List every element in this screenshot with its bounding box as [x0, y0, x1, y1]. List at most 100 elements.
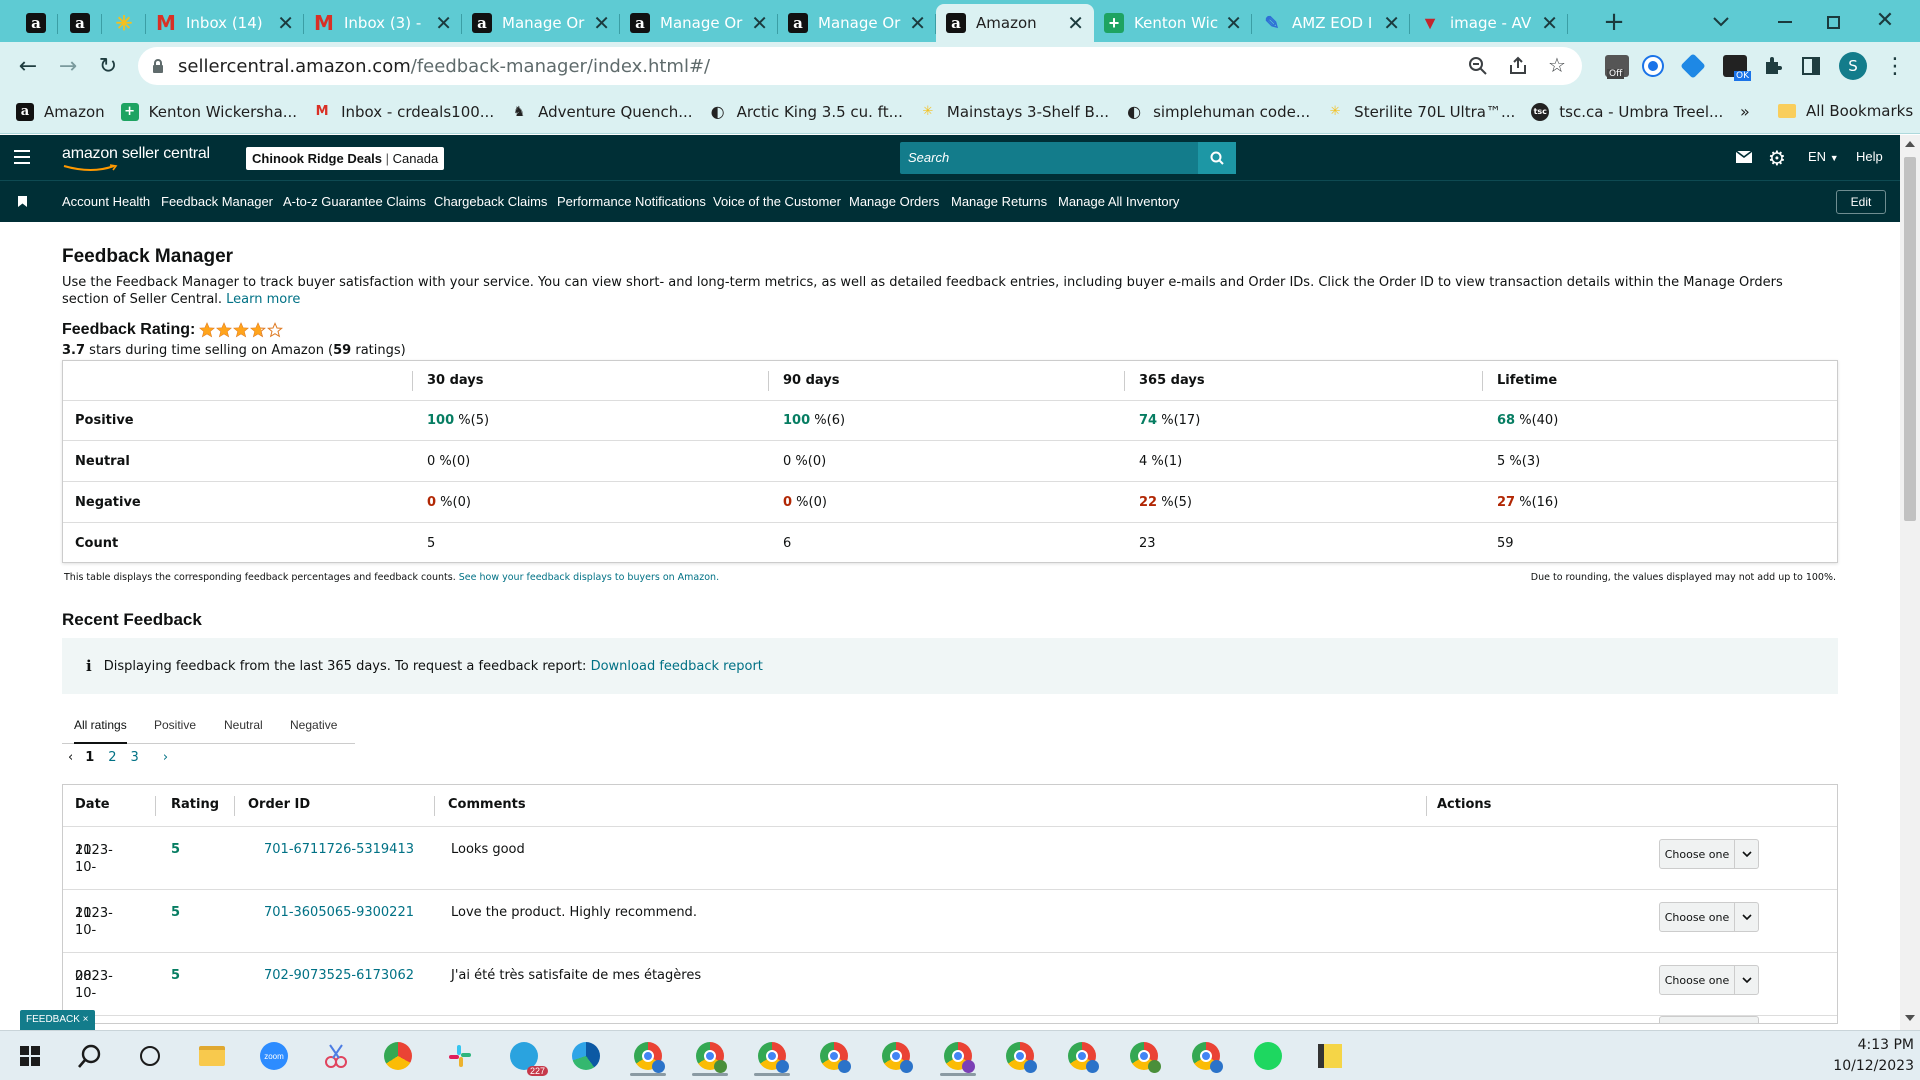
close-tab-icon[interactable]: ✕ [751, 11, 768, 35]
chrome-window-3-icon[interactable] [686, 1036, 734, 1076]
bookmark-item[interactable]: M Inbox - crdeals100... [313, 103, 494, 121]
search-box[interactable]: Search [900, 142, 1236, 174]
zoom-app-icon[interactable]: zoom [250, 1036, 298, 1076]
browser-tab-3[interactable]: M Inbox (14) ✕ [146, 4, 304, 42]
profile-avatar[interactable]: S [1838, 51, 1868, 81]
browser-tab-0[interactable]: a [14, 4, 58, 42]
filter-tab-neutral[interactable]: Neutral [224, 708, 263, 742]
nav-link-manage-all-inventory[interactable]: Manage All Inventory [1058, 181, 1179, 223]
browser-tab-6[interactable]: a Manage Or ✕ [620, 4, 778, 42]
slack-icon[interactable] [436, 1036, 484, 1076]
prev-page-icon[interactable]: ‹ [68, 750, 73, 765]
order-id-link[interactable]: 701-6711726-5319413 [264, 842, 414, 857]
browser-tab-7[interactable]: a Manage Or ✕ [778, 4, 936, 42]
nav-link-feedback-manager[interactable]: Feedback Manager [161, 181, 273, 223]
kebab-menu-icon[interactable]: ⋮ [1880, 51, 1910, 81]
order-id-link[interactable]: 701-3605065-9300221 [264, 905, 414, 920]
chrome-window-6-icon[interactable] [872, 1036, 920, 1076]
extensions-puzzle-icon[interactable] [1758, 51, 1788, 81]
feedback-badge[interactable]: FEEDBACK × [20, 1010, 95, 1030]
nav-link-manage-orders[interactable]: Manage Orders [849, 181, 939, 223]
nav-link-manage-returns[interactable]: Manage Returns [951, 181, 1047, 223]
close-tab-icon[interactable]: ✕ [435, 11, 452, 35]
store-switcher[interactable]: Chinook Ridge Deals | Canada [246, 147, 445, 170]
browser-tab-5[interactable]: a Manage Or ✕ [462, 4, 620, 42]
restore-window-icon[interactable] [1818, 8, 1848, 36]
taskbar-clock[interactable]: 4:13 PM 10/12/2023 [1826, 1035, 1914, 1077]
browser-tab-11[interactable]: ▼ image - AV ✕ [1410, 4, 1568, 42]
close-tab-icon[interactable]: ✕ [1383, 11, 1400, 35]
page-number[interactable]: 1 [85, 750, 94, 765]
extension-puzzle-blue-icon[interactable] [1638, 51, 1668, 81]
browser-tab-1[interactable]: a [58, 4, 102, 42]
reload-icon[interactable]: ↻ [88, 46, 128, 86]
windows-start-icon[interactable] [6, 1036, 54, 1076]
help-link[interactable]: Help [1856, 149, 1883, 164]
next-page-icon[interactable]: › [163, 750, 168, 765]
browser-tab-4[interactable]: M Inbox (3) - ✕ [304, 4, 462, 42]
close-tab-icon[interactable]: ✕ [909, 11, 926, 35]
chrome-window-10-icon[interactable] [1120, 1036, 1168, 1076]
edit-nav-button[interactable]: Edit [1836, 190, 1886, 214]
seller-central-logo[interactable]: amazon seller central [62, 145, 210, 171]
actions-dropdown[interactable]: Choose one [1659, 902, 1759, 932]
page-number[interactable]: 3 [131, 750, 139, 765]
actions-dropdown[interactable]: Choose one [1659, 965, 1759, 995]
mail-icon[interactable] [1736, 151, 1752, 163]
chrome-window-9-icon[interactable] [1058, 1036, 1106, 1076]
bookmark-item[interactable]: a Amazon [16, 102, 105, 121]
filter-tab-all-ratings[interactable]: All ratings [74, 708, 127, 744]
close-tab-icon[interactable]: ✕ [593, 11, 610, 35]
taskbar-search-icon[interactable] [66, 1036, 114, 1076]
search-input[interactable]: Search [908, 150, 949, 165]
scroll-thumb[interactable] [1904, 157, 1916, 521]
extension-tag-icon[interactable] [1678, 51, 1708, 81]
chrome-window-2-icon[interactable] [624, 1036, 672, 1076]
bookmarks-overflow-icon[interactable]: » [1740, 102, 1750, 121]
close-tab-icon[interactable]: ✕ [1067, 11, 1084, 35]
nav-link-voice-of-the-customer[interactable]: Voice of the Customer [713, 181, 841, 223]
extension-off-icon[interactable]: Off [1602, 51, 1632, 81]
download-report-link[interactable]: Download feedback report [591, 659, 763, 674]
browser-tab-2[interactable]: ✳ [102, 4, 146, 42]
scroll-down-icon[interactable] [1905, 1015, 1915, 1021]
close-tab-icon[interactable]: ✕ [1225, 11, 1242, 35]
search-icon[interactable] [1198, 142, 1236, 174]
bookmark-item[interactable]: ✳ Sterilite 70L Ultra™... [1326, 103, 1516, 121]
side-panel-icon[interactable] [1796, 51, 1826, 81]
tab-search-icon[interactable] [1706, 8, 1736, 36]
browser-tab-8[interactable]: a Amazon ✕ [936, 4, 1094, 42]
close-tab-icon[interactable]: ✕ [277, 11, 294, 35]
hamburger-menu-icon[interactable] [14, 150, 30, 164]
snipping-tool-icon[interactable] [312, 1036, 360, 1076]
actions-dropdown-partial[interactable] [1659, 1016, 1759, 1023]
nav-link-chargeback-claims[interactable]: Chargeback Claims [434, 181, 547, 223]
chrome-window-5-icon[interactable] [810, 1036, 858, 1076]
spotify-icon[interactable] [1244, 1036, 1292, 1076]
chrome-profile-1-icon[interactable] [374, 1036, 422, 1076]
actions-dropdown[interactable]: Choose one [1659, 839, 1759, 869]
chrome-window-4-icon[interactable] [748, 1036, 796, 1076]
extension-ok-icon[interactable]: OK [1720, 51, 1751, 81]
close-window-icon[interactable]: ✕ [1870, 6, 1900, 36]
lock-icon[interactable] [152, 58, 164, 74]
all-bookmarks-button[interactable]: All Bookmarks [1778, 102, 1913, 120]
page-number[interactable]: 2 [108, 750, 116, 765]
bookmark-item[interactable]: ♞ Adventure Quench... [510, 103, 693, 121]
nav-link-performance-notifications[interactable]: Performance Notifications [557, 181, 706, 223]
nav-link-a-to-z-guarantee-claims[interactable]: A-to-z Guarantee Claims [283, 181, 426, 223]
filter-tab-negative[interactable]: Negative [290, 708, 337, 742]
file-explorer-icon[interactable] [188, 1036, 236, 1076]
edge-icon[interactable] [562, 1036, 610, 1076]
bookmark-item[interactable]: ✳ Mainstays 3-Shelf B... [919, 103, 1109, 121]
new-tab-button[interactable]: + [1598, 6, 1630, 38]
page-scrollbar[interactable] [1900, 135, 1920, 1030]
close-tab-icon[interactable]: ✕ [1541, 11, 1558, 35]
bookmark-item[interactable]: ◐ Arctic King 3.5 cu. ft... [709, 102, 903, 121]
bookmark-item[interactable]: + Kenton Wickersha... [120, 102, 297, 121]
browser-tab-9[interactable]: + Kenton Wic ✕ [1094, 4, 1252, 42]
sticky-notes-icon[interactable] [1306, 1036, 1354, 1076]
share-icon[interactable] [1508, 56, 1528, 76]
language-selector[interactable]: EN ▼ [1808, 149, 1839, 164]
scroll-up-icon[interactable] [1905, 141, 1915, 147]
